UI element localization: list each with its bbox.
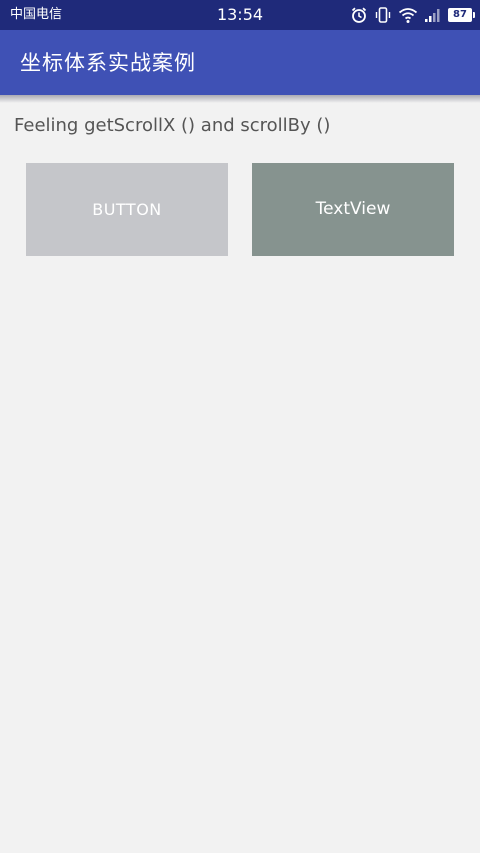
description-text: Feeling getScrollX () and scrollBy () bbox=[14, 115, 331, 136]
wifi-icon bbox=[398, 6, 418, 24]
status-bar: 中国电信 13:54 87 bbox=[0, 0, 480, 30]
alarm-icon bbox=[350, 6, 368, 24]
signal-icon bbox=[424, 7, 442, 23]
scroll-button[interactable]: BUTTON bbox=[26, 163, 228, 256]
app-title: 坐标体系实战案例 bbox=[20, 51, 196, 75]
status-icons: 87 bbox=[350, 5, 475, 25]
battery-icon: 87 bbox=[448, 8, 475, 22]
app-bar-shadow bbox=[0, 95, 480, 103]
text-view: TextView bbox=[252, 163, 454, 256]
app-bar: 坐标体系实战案例 bbox=[0, 30, 480, 95]
vibrate-icon bbox=[374, 6, 392, 24]
